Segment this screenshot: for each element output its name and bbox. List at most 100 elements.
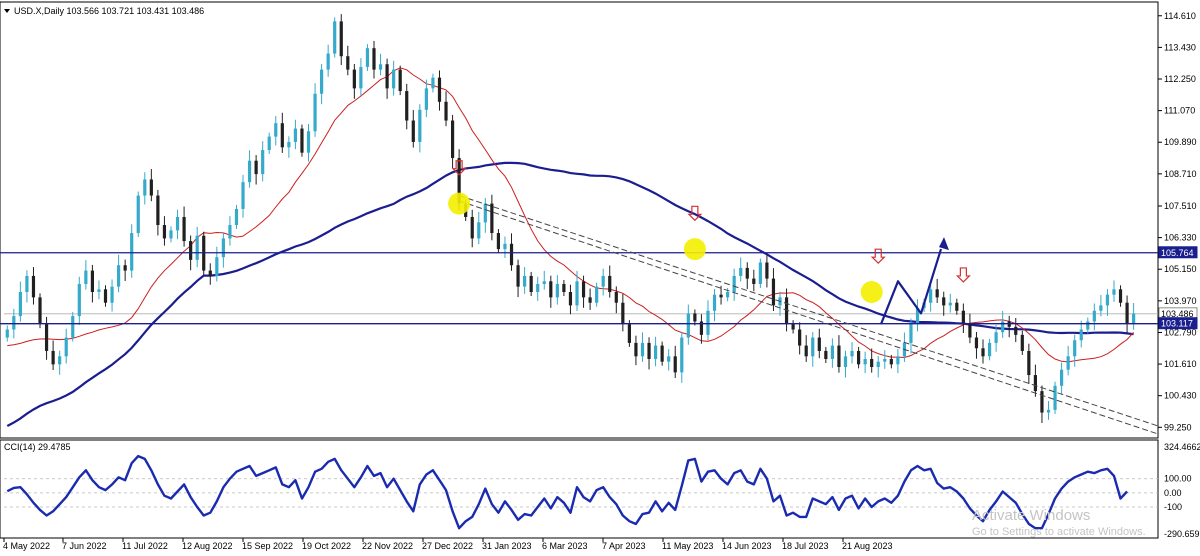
candle-body <box>732 275 736 292</box>
price-tick-label: 101.610 <box>1164 359 1197 369</box>
candle-body <box>1046 409 1051 413</box>
candle-body <box>1099 305 1103 311</box>
candle-body <box>51 350 55 365</box>
price-tag-105-764: 105.764 <box>1158 246 1198 259</box>
time-tick-label: 6 Mar 2023 <box>542 541 588 551</box>
usdx-daily-chart[interactable]: USD.X,Daily 103.566 103.721 103.431 103.… <box>0 0 1200 556</box>
candle-body <box>5 329 9 338</box>
candle-body <box>130 233 134 271</box>
cci-tick-label: 324.4662 <box>1164 442 1200 452</box>
price-tick-label: 105.150 <box>1164 264 1197 274</box>
candle-body <box>64 337 68 357</box>
candle-body <box>516 265 520 287</box>
candle-body <box>241 182 245 209</box>
candle-body <box>987 342 992 357</box>
candle-body <box>182 216 186 242</box>
candle-body <box>817 337 821 351</box>
candle-body <box>71 316 75 338</box>
candle-body <box>1125 302 1129 325</box>
time-tick-label: 7 Apr 2023 <box>602 541 646 551</box>
candle-body <box>791 324 795 330</box>
candle-body <box>640 342 645 357</box>
candle-body <box>745 267 749 279</box>
candle-body <box>968 324 972 338</box>
candle-body <box>169 230 173 239</box>
price-tick-label: 103.970 <box>1164 296 1197 306</box>
candle-body <box>804 345 808 357</box>
candle-body <box>162 225 167 239</box>
candle-body <box>470 216 474 239</box>
candle-body <box>588 297 592 303</box>
candle-body <box>234 208 239 226</box>
price-tick-label: 113.430 <box>1164 42 1196 52</box>
activation-watermark-subtitle: Go to Settings to activate Windows. <box>972 526 1146 538</box>
candle-body <box>608 275 612 292</box>
symbol-ohlc-label: USD.X,Daily 103.566 103.721 103.431 103.… <box>14 6 204 16</box>
candle-body <box>411 120 415 142</box>
candle-body <box>870 358 874 368</box>
candle-body <box>889 358 893 365</box>
price-tick-label: 99.250 <box>1164 422 1192 432</box>
candle-body <box>293 128 298 142</box>
candle-body <box>837 345 841 368</box>
time-tick-label: 21 Aug 2023 <box>842 541 893 551</box>
candle-body <box>208 270 212 276</box>
candle-body <box>496 233 501 250</box>
candle-body <box>653 345 658 359</box>
candle-body <box>536 283 540 292</box>
candle-body <box>352 69 356 89</box>
candle-body <box>1112 289 1116 295</box>
candle-body <box>18 292 22 317</box>
candle-body <box>490 203 494 234</box>
time-tick-label: 4 May 2022 <box>3 541 50 551</box>
time-tick-label: 14 Jun 2023 <box>722 541 772 551</box>
candle-body <box>523 275 527 287</box>
cci-tick-label: -100 <box>1164 502 1182 512</box>
candle-body <box>25 275 29 292</box>
candle-body <box>542 281 546 284</box>
candle-body <box>175 216 180 231</box>
candle-body <box>758 262 762 284</box>
chart-background <box>0 0 1200 556</box>
price-tag-103-117: 103.117 <box>1158 317 1198 330</box>
candle-body <box>398 69 402 92</box>
candle-body <box>706 310 710 335</box>
candle-body <box>568 292 573 306</box>
candle-body <box>503 243 507 250</box>
cci-tick-label: -290.6597 <box>1164 529 1200 539</box>
candle-body <box>935 289 939 298</box>
candle-body <box>378 64 383 70</box>
touch-highlight-circle <box>448 192 471 215</box>
time-tick-label: 22 Nov 2022 <box>362 541 413 551</box>
candle-body <box>300 128 304 153</box>
time-tick-label: 15 Sep 2022 <box>242 541 293 551</box>
candle-body <box>680 337 684 373</box>
candle-body <box>215 257 219 276</box>
candle-body <box>942 297 946 306</box>
price-tick-label: 108.710 <box>1164 169 1197 179</box>
candle-body <box>726 292 730 298</box>
candle-body <box>1092 310 1096 322</box>
candle-body <box>247 160 252 183</box>
candle-body <box>974 337 979 349</box>
candle-body <box>418 109 422 142</box>
candle-body <box>326 53 330 70</box>
candle-body <box>948 302 952 306</box>
candle-body <box>981 348 985 357</box>
candle-body <box>660 345 664 362</box>
candle-body <box>955 302 959 311</box>
candle-body <box>306 131 311 153</box>
candle-body <box>287 141 291 148</box>
candle-body <box>313 93 317 132</box>
candle-body <box>1132 313 1136 325</box>
candle-body <box>143 179 147 196</box>
candle-body <box>405 91 409 121</box>
candle-body <box>1033 375 1037 392</box>
candle-body <box>90 270 95 292</box>
candle-body <box>673 356 677 373</box>
candle-body <box>123 265 127 271</box>
candle-body <box>1059 369 1064 386</box>
candle-body <box>437 77 442 102</box>
candle-body <box>1066 356 1070 370</box>
time-tick-label: 11 Jul 2022 <box>122 541 168 551</box>
